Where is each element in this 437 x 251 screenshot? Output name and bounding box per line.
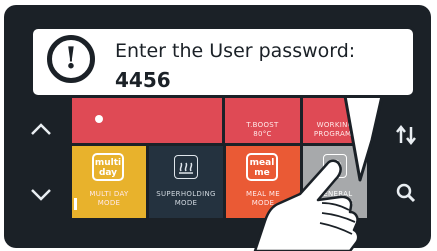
scroll-up-button[interactable]: [30, 119, 52, 141]
tile-general-settings[interactable]: GENERAL SETTINGS: [303, 146, 367, 218]
general-settings-label: GENERAL SETTINGS: [316, 190, 354, 207]
password-prompt: Enter the User password:: [115, 40, 356, 62]
meal-me-icon: meal me: [246, 153, 278, 181]
tile-t-boost[interactable]: T.BOOST 80°C: [225, 93, 300, 143]
sort-arrows-icon: [396, 124, 416, 146]
scroll-down-button[interactable]: [30, 185, 52, 207]
multi-day-icon: multi day: [92, 153, 124, 181]
search-button[interactable]: [396, 183, 416, 208]
page-indicator: [74, 198, 77, 210]
superholding-label: SUPERHOLDING MODE: [156, 190, 216, 207]
password-dialog: ! Enter the User password: 4456: [30, 26, 416, 98]
tile-working-programs[interactable]: WORKING PROGRAMS: [303, 93, 367, 143]
gear-icon: [323, 154, 347, 178]
tile-meal-me-mode[interactable]: meal me MEAL ME MODE: [226, 146, 300, 218]
search-icon: [396, 183, 416, 203]
tile-multi-day-mode[interactable]: multi day MULTI DAY MODE: [72, 146, 146, 218]
steam-icon: [174, 155, 198, 179]
tile-superholding-mode[interactable]: SUPERHOLDING MODE: [149, 146, 223, 218]
exclamation-icon: !: [47, 35, 95, 83]
password-value: 4456: [115, 68, 171, 92]
multi-day-label: MULTI DAY MODE: [89, 190, 129, 207]
tile-top-left[interactable]: [72, 93, 222, 143]
chevron-down-icon: [31, 189, 51, 201]
sort-button[interactable]: [395, 124, 417, 150]
t-boost-label: T.BOOST 80°C: [246, 121, 279, 138]
working-programs-label: WORKING PROGRAMS: [313, 121, 357, 138]
meal-me-label: MEAL ME MODE: [246, 190, 280, 207]
chevron-up-icon: [31, 123, 51, 135]
indicator-dot-icon: [95, 115, 103, 123]
